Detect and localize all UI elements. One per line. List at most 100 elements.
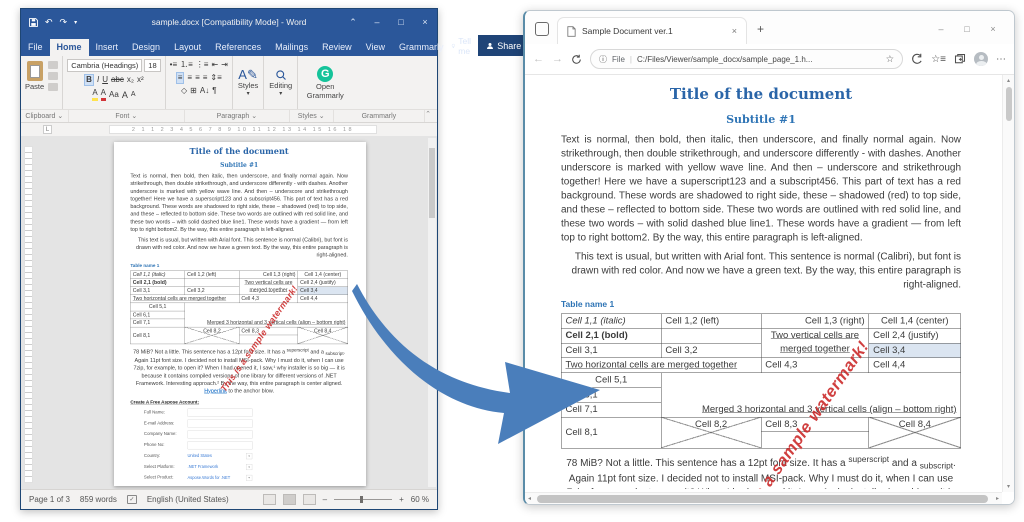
tab-view[interactable]: View — [359, 39, 392, 56]
tab-layout[interactable]: Layout — [167, 39, 208, 56]
collapse-ribbon-icon[interactable]: ⌃ — [425, 110, 437, 122]
platform-select[interactable]: .NET Framework — [187, 464, 241, 470]
dialog-launcher-icon[interactable]: ⌄ — [251, 112, 257, 120]
save-icon[interactable] — [29, 18, 38, 27]
justify-icon[interactable]: ≡ — [203, 73, 208, 83]
customize-qat-icon[interactable]: ▾ — [74, 19, 77, 26]
refresh-icon[interactable] — [571, 54, 582, 65]
format-painter-icon[interactable] — [48, 83, 58, 91]
new-tab-button[interactable]: + — [757, 22, 764, 36]
profile-avatar[interactable] — [974, 52, 988, 66]
editing-button[interactable]: Editing ▾ — [263, 56, 297, 109]
tab-home[interactable]: Home — [50, 39, 89, 56]
page-indicator[interactable]: Page 1 of 3 — [29, 495, 70, 504]
shrink-font-button[interactable]: A — [131, 90, 136, 100]
decrease-indent-icon[interactable]: ⇤ — [211, 60, 218, 70]
zoom-slider-thumb[interactable] — [360, 496, 363, 503]
company-input[interactable] — [187, 430, 252, 438]
numbering-icon[interactable]: ⒈≡ — [180, 60, 193, 70]
full-name-input[interactable] — [187, 408, 252, 416]
align-right-icon[interactable]: ≡ — [195, 73, 200, 83]
vertical-ruler[interactable] — [24, 146, 33, 483]
language-indicator[interactable]: English (United States) — [147, 495, 229, 504]
scroll-right-icon[interactable]: ▸ — [996, 495, 999, 502]
text-highlight-button[interactable]: A — [92, 88, 97, 101]
chevron-down-icon[interactable]: ▾ — [246, 464, 252, 470]
rendered-document[interactable]: Title of the document Subtitle #1 Text i… — [531, 77, 993, 489]
dialog-launcher-icon[interactable]: ⌄ — [319, 112, 325, 120]
tab-mailings[interactable]: Mailings — [268, 39, 315, 56]
bold-button[interactable]: B — [84, 74, 94, 86]
font-color-button[interactable]: A — [101, 88, 106, 101]
country-select[interactable]: United States — [187, 453, 241, 459]
styles-button[interactable]: A✎ Styles ▾ — [233, 56, 263, 109]
forward-icon[interactable]: → — [552, 53, 563, 65]
font-name-select[interactable]: Cambria (Headings) — [67, 59, 142, 72]
share-button[interactable]: Share — [478, 35, 529, 56]
scroll-left-icon[interactable]: ◂ — [528, 495, 531, 502]
maximize-icon[interactable]: □ — [954, 24, 980, 34]
browser-tab[interactable]: Sample Document ver.1 × — [557, 17, 747, 44]
address-bar[interactable]: ⓘ File | C:/Files/Viewer/sample_docx/sam… — [590, 49, 903, 69]
print-layout-icon[interactable] — [283, 494, 296, 505]
favorites-icon[interactable]: ☆≡ — [931, 54, 946, 65]
product-select[interactable]: Aspose.Words for .NET — [187, 475, 241, 481]
scrollbar-thumb[interactable] — [1006, 87, 1012, 121]
proofing-icon[interactable]: ✓ — [127, 495, 137, 504]
italic-button[interactable]: I — [97, 75, 99, 85]
zoom-out-button[interactable]: – — [323, 495, 327, 504]
bullets-icon[interactable]: •≡ — [170, 60, 177, 70]
subscript-button[interactable]: x₂ — [127, 75, 134, 85]
tab-design[interactable]: Design — [125, 39, 167, 56]
strikethrough-button[interactable]: abc — [111, 75, 124, 85]
superscript-button[interactable]: x² — [137, 75, 144, 85]
minimize-icon[interactable]: – — [928, 24, 954, 34]
open-grammarly-button[interactable]: G Open Grammarly — [297, 56, 352, 109]
tab-references[interactable]: References — [208, 39, 268, 56]
tab-review[interactable]: Review — [315, 39, 359, 56]
borders-icon[interactable]: ⊞ — [190, 86, 197, 96]
font-size-select[interactable]: 18 — [144, 59, 160, 72]
browser-essentials-icon[interactable] — [911, 53, 923, 65]
scroll-up-icon[interactable]: ▴ — [1003, 77, 1014, 84]
horizontal-scrollbar[interactable]: ◂ ▸ — [525, 492, 1002, 504]
maximize-icon[interactable]: □ — [389, 17, 413, 27]
align-center-icon[interactable]: ≡ — [187, 73, 192, 83]
tab-actions-icon[interactable] — [535, 22, 549, 36]
shading-icon[interactable]: ◇ — [181, 86, 187, 96]
tell-me-button[interactable]: Tell me — [451, 36, 475, 56]
underline-button[interactable]: U — [102, 75, 108, 85]
scrollbar-thumb[interactable] — [537, 495, 988, 503]
read-mode-icon[interactable] — [263, 494, 276, 505]
cut-icon[interactable] — [48, 61, 58, 69]
line-spacing-icon[interactable]: ⇕≡ — [210, 73, 221, 83]
info-icon[interactable]: ⓘ — [599, 54, 607, 65]
tab-file[interactable]: File — [21, 39, 50, 56]
zoom-in-button[interactable]: + — [399, 495, 404, 504]
ribbon-display-options-icon[interactable]: ⌃ — [341, 17, 365, 28]
favorite-star-icon[interactable]: ☆ — [886, 54, 895, 65]
chevron-down-icon[interactable]: ▾ — [246, 453, 252, 459]
horizontal-ruler[interactable]: 2 1 1 2 3 4 5 6 7 8 9 10 11 12 13 14 15 … — [109, 125, 377, 134]
word-scrollbar[interactable] — [428, 138, 436, 487]
phone-input[interactable] — [187, 441, 252, 449]
scrollbar-thumb[interactable] — [429, 148, 435, 218]
tab-grammarly[interactable]: Grammarly — [392, 39, 451, 56]
web-layout-icon[interactable] — [303, 494, 316, 505]
dialog-launcher-icon[interactable]: ⌄ — [57, 112, 63, 120]
pilcrow-icon[interactable]: ¶ — [212, 86, 216, 96]
close-icon[interactable]: × — [413, 17, 437, 27]
settings-menu-icon[interactable]: ⋯ — [996, 54, 1006, 65]
collections-icon[interactable] — [954, 53, 966, 65]
word-page[interactable]: Title of the document Subtitle #1 Text i… — [114, 142, 366, 486]
paste-button[interactable]: Paste — [25, 59, 44, 106]
chevron-down-icon[interactable]: ▾ — [246, 475, 252, 481]
multilevel-list-icon[interactable]: ⋮≡ — [196, 60, 209, 70]
tab-close-icon[interactable]: × — [732, 26, 737, 36]
scroll-down-icon[interactable]: ▾ — [1003, 483, 1014, 490]
grow-font-button[interactable]: A — [122, 90, 128, 100]
tab-selector[interactable]: L — [43, 125, 52, 134]
zoom-slider[interactable] — [334, 499, 392, 500]
vertical-scrollbar[interactable]: ▴ ▾ — [1002, 75, 1014, 492]
email-input[interactable] — [187, 419, 252, 427]
